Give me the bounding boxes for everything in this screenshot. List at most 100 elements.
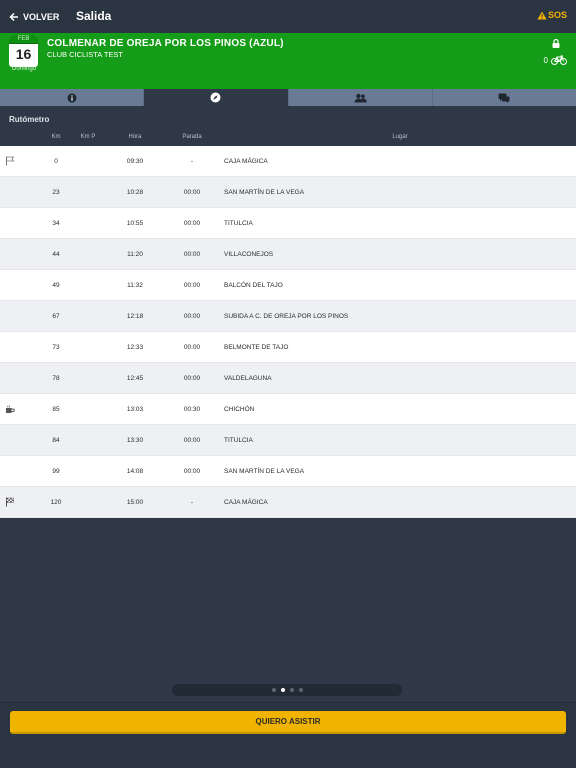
cell-parada: 00:00 [183,437,201,444]
start-flag-icon [5,156,15,168]
cell-hora: 10:28 [126,189,144,196]
event-title: COLMENAR DE OREJA POR LOS PINOS (AZUL) [47,38,284,49]
event-weekday: Domingo [11,66,36,72]
sos-button[interactable]: SOS [537,10,567,20]
table-row[interactable]: 99 14:08 00:00 SAN MARTÍN DE LA VEGA [0,456,576,487]
rutometro-heading: Rutómetro [0,106,576,133]
column-header-parada: Parada [182,134,202,140]
cell-km: 34 [52,220,60,227]
cell-lugar: TITULCIA [224,437,253,444]
attend-button[interactable]: QUIERO ASISTIR [10,711,566,734]
back-arrow-icon [9,12,18,22]
table-row[interactable]: 49 11:32 00:00 BALCÓN DEL TAJO [0,270,576,301]
cell-parada: 00:00 [183,189,201,196]
table-header: Km Km P Hora Parada Lugar [0,133,576,146]
column-header-kmp: Km P [80,134,96,140]
cell-km: 99 [52,468,60,475]
calendar-icon: FEB 16 [9,35,38,67]
info-icon [67,93,77,102]
table-row[interactable]: 84 13:30 00:00 TITULCIA [0,425,576,456]
riders-count-value: 0 [543,55,548,65]
lock-icon [552,39,560,48]
cell-hora: 11:32 [127,282,143,289]
cell-km: 67 [52,313,60,320]
cell-lugar: TITULCIA [224,220,253,227]
cell-km: 84 [52,437,60,444]
cell-lugar: CHICHÓN [224,406,255,413]
page-dot[interactable] [271,688,276,692]
cell-km: 73 [52,344,60,351]
cell-lugar: CAJA MÁGICA [224,499,268,506]
cell-parada: 00:30 [183,406,201,413]
tab-info[interactable] [0,89,145,106]
table-row[interactable]: 0 09:30 - CAJA MÁGICA [0,146,576,177]
cell-lugar: SUBIDA A C. DE OREJA POR LOS PINOS [224,313,349,320]
back-button[interactable]: VOLVER [9,9,59,25]
sos-label: SOS [547,10,567,20]
cell-hora: 09:30 [126,158,144,165]
table-row[interactable]: 73 12:33 00:00 BELMONTE DE TAJO [0,332,576,363]
event-banner: FEB 16 Domingo COLMENAR DE OREJA POR LOS… [0,33,576,89]
cell-hora: 13:30 [126,437,144,444]
column-header-km: Km [51,134,61,140]
cell-km: 49 [52,282,60,289]
cell-parada: 00:00 [183,282,201,289]
coffee-stop-icon [5,404,15,416]
cell-lugar: VALDELAGUNA [224,375,272,382]
table-row[interactable]: 120 15:00 - CAJA MÁGICA [0,487,576,518]
cell-lugar: SAN MARTÍN DE LA VEGA [224,468,305,475]
cell-km: 23 [52,189,60,196]
cell-parada: 00:00 [183,468,201,475]
cell-parada: 00:00 [183,220,201,227]
cell-parada: 00:00 [183,344,201,351]
cell-lugar: BELMONTE DE TAJO [224,344,289,351]
cell-km: 0 [54,158,58,165]
cell-parada: - [190,499,194,506]
chat-icon [498,93,510,103]
cell-hora: 12:45 [126,375,144,382]
finish-flag-icon [5,497,15,509]
table-row[interactable]: 34 10:55 00:00 TITULCIA [0,208,576,239]
cell-hora: 13:03 [126,406,144,413]
table-row[interactable]: 85 13:03 00:30 CHICHÓN [0,394,576,425]
tab-chat[interactable] [432,89,576,106]
cell-hora: 10:55 [126,220,144,227]
cell-lugar: BALCÓN DEL TAJO [224,282,283,289]
tab-route[interactable] [144,89,289,106]
cell-parada: - [190,158,194,165]
column-header-hora: Hora [128,134,142,140]
page-dot[interactable] [280,688,285,692]
page-dot[interactable] [289,688,294,692]
cell-km: 85 [52,406,60,413]
cell-lugar: SAN MARTÍN DE LA VEGA [224,189,305,196]
calendar-day: 16 [15,46,32,62]
cell-hora: 12:18 [126,313,144,320]
table-row[interactable]: 44 11:20 00:00 VILLACONEJOS [0,239,576,270]
cell-hora: 15:00 [126,499,144,506]
tab-participants[interactable] [288,89,433,106]
cell-hora: 12:33 [126,344,144,351]
table-row[interactable]: 78 12:45 00:00 VALDELAGUNA [0,363,576,394]
cell-parada: 00:00 [183,251,201,258]
page-indicator [172,684,402,696]
page-title: Salida [76,9,112,23]
tab-bar [0,89,576,106]
warning-icon [537,11,547,19]
table-row[interactable]: 67 12:18 00:00 SUBIDA A C. DE OREJA POR LOS… [0,301,576,332]
cell-km: 44 [52,251,60,258]
riders-count: 0 [544,55,567,65]
rutometro-panel: Rutómetro Km Km P Hora Parada Lugar 0 09:… [0,106,576,518]
page-dot[interactable] [298,688,303,692]
cell-km: 78 [52,375,60,382]
cell-hora: 11:20 [127,251,143,258]
column-header-lugar: Lugar [392,134,408,140]
table-row[interactable]: 23 10:28 00:00 SAN MARTÍN DE LA VEGA [0,177,576,208]
cell-hora: 14:08 [126,468,144,475]
cell-parada: 00:00 [183,313,201,320]
people-icon [354,93,367,102]
cell-lugar: VILLACONEJOS [224,251,274,258]
compass-icon [210,92,221,103]
top-nav-bar: VOLVER Salida SOS [0,0,576,33]
back-label: VOLVER [23,12,60,22]
cell-km: 120 [50,499,62,506]
